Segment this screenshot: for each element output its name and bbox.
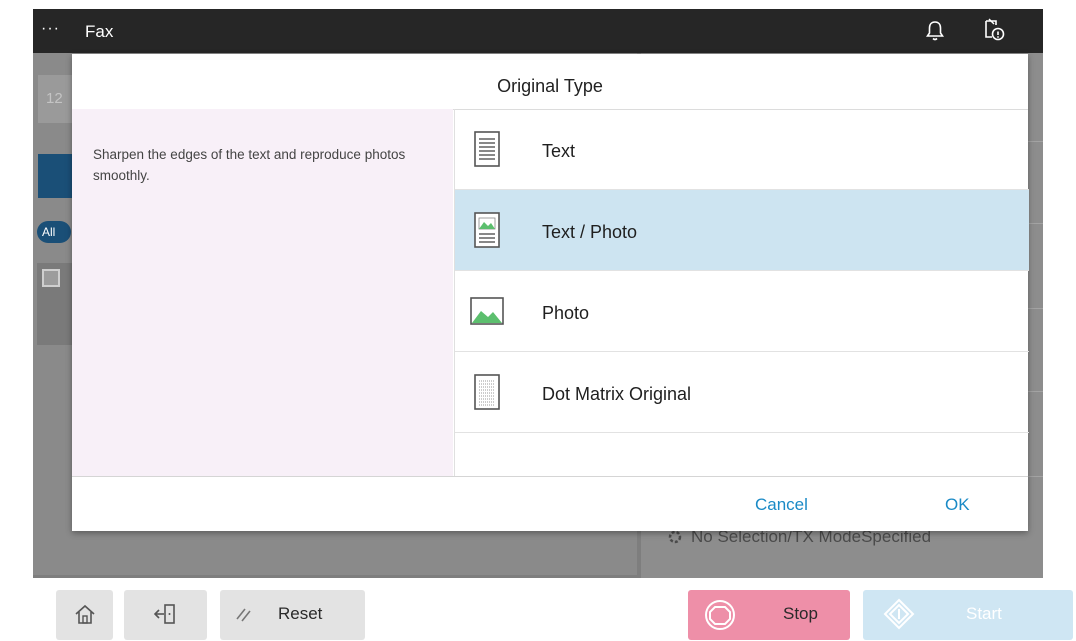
description-panel: Sharpen the edges of the text and reprod…: [72, 109, 453, 476]
home-icon: [75, 604, 95, 624]
filter-all-pill: All: [37, 221, 71, 243]
reset-button[interactable]: Reset: [220, 590, 365, 640]
dot-matrix-document-icon: [474, 374, 500, 410]
more-menu-button[interactable]: ···: [41, 21, 60, 37]
job-status-icon[interactable]: [981, 17, 1007, 43]
reset-icon: [236, 608, 251, 622]
option-label: Dot Matrix Original: [542, 384, 692, 404]
start-icon: [883, 598, 915, 630]
home-button[interactable]: [56, 590, 113, 640]
reset-label: Reset: [278, 604, 323, 623]
stop-icon: [705, 600, 735, 630]
cancel-button[interactable]: Cancel: [755, 495, 808, 515]
top-bar: ··· Fax: [33, 9, 1043, 53]
original-type-dialog: Original Type Sharpen the edges of the t…: [72, 54, 1029, 532]
app-title: Fax: [85, 22, 114, 41]
dialog-title: Original Type: [72, 54, 1028, 110]
bell-icon[interactable]: [923, 19, 947, 43]
stop-button[interactable]: Stop: [688, 590, 850, 640]
start-label: Start: [966, 604, 1002, 623]
option-label: Photo: [542, 303, 590, 323]
bottom-bar: Reset Stop Start: [0, 578, 1076, 641]
option-photo[interactable]: Photo: [455, 271, 1029, 352]
address-list-item: [37, 263, 77, 345]
option-dot-matrix-original[interactable]: Dot Matrix Original: [455, 352, 1029, 433]
text-photo-document-icon: [474, 212, 500, 248]
option-text[interactable]: Text: [455, 109, 1029, 190]
dialog-footer: Cancel OK: [72, 476, 1028, 532]
access-button[interactable]: [124, 590, 207, 640]
option-label: Text: [542, 141, 576, 161]
stop-label: Stop: [783, 604, 818, 623]
option-text-photo[interactable]: Text / Photo: [455, 190, 1029, 271]
option-label: Text / Photo: [542, 222, 638, 242]
option-description: Sharpen the edges of the text and reprod…: [93, 147, 406, 183]
logout-icon: [153, 604, 175, 624]
text-document-icon: [474, 131, 500, 167]
ok-button[interactable]: OK: [945, 495, 970, 515]
photo-icon: [470, 297, 504, 325]
start-button[interactable]: Start: [863, 590, 1073, 640]
original-type-options: Text Text / Photo Photo Dot Matrix Origi…: [454, 109, 1029, 476]
list-item-checkbox: [42, 269, 60, 287]
